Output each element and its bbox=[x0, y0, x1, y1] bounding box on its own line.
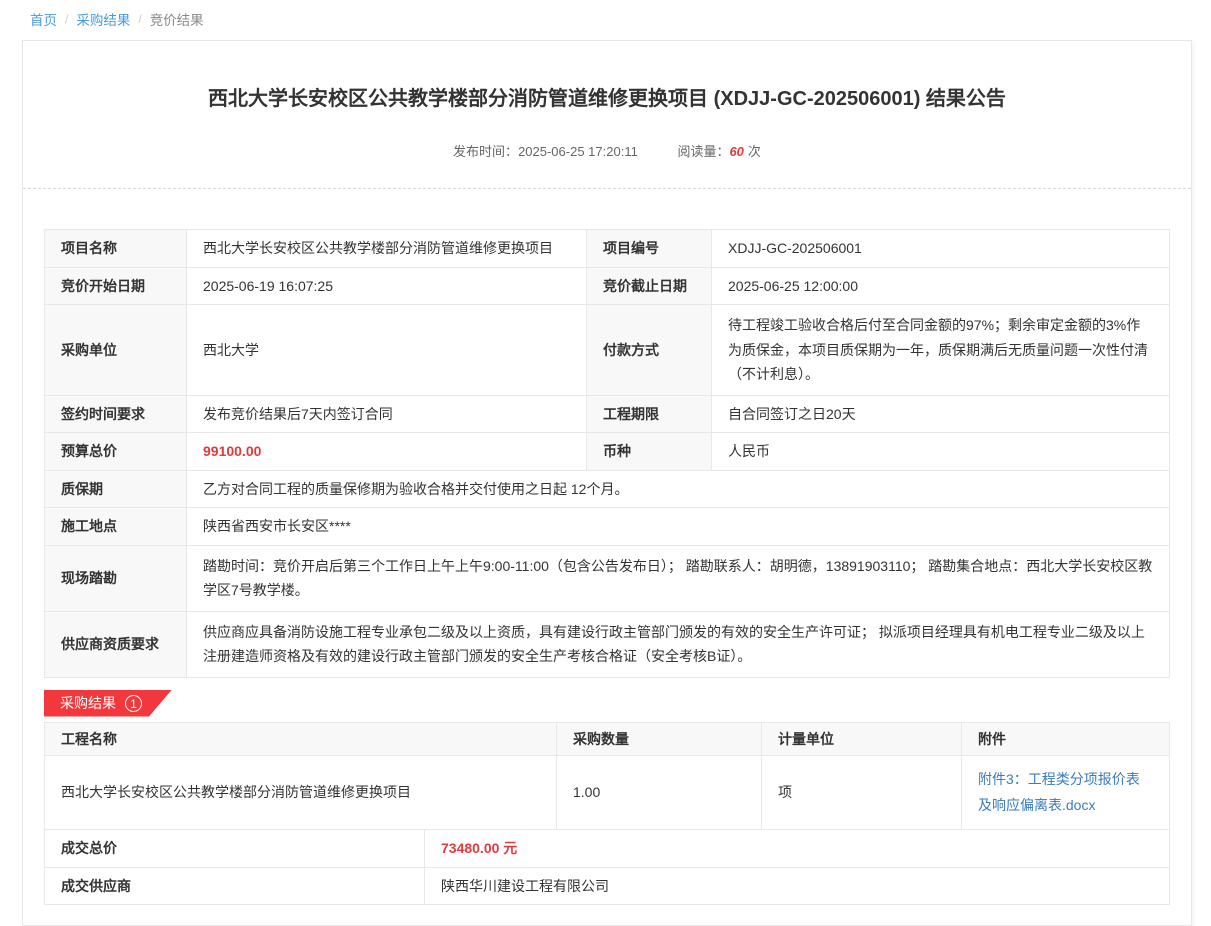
deal-total-label: 成交总价 bbox=[45, 830, 425, 868]
info-value: 自合同签订之日20天 bbox=[712, 395, 1170, 433]
procurement-result-badge: 采购结果 1 bbox=[44, 690, 172, 717]
info-value: 发布竞价结果后7天内签订合同 bbox=[187, 395, 587, 433]
view-count: 阅读量：60次 bbox=[677, 144, 761, 159]
info-label: 签约时间要求 bbox=[45, 395, 187, 433]
info-value: 陕西省西安市长安区**** bbox=[187, 508, 1170, 546]
breadcrumb-current: 竞价结果 bbox=[150, 9, 204, 29]
column-header-unit: 计量单位 bbox=[762, 722, 962, 755]
table-row: 竞价开始日期 2025-06-19 16:07:25 竞价截止日期 2025-0… bbox=[45, 267, 1170, 305]
table-row: 签约时间要求 发布竞价结果后7天内签订合同 工程期限 自合同签订之日20天 bbox=[45, 395, 1170, 433]
procurement-result-count-badge: 1 bbox=[125, 695, 142, 712]
info-label: 竞价截止日期 bbox=[587, 267, 712, 305]
result-unit: 项 bbox=[762, 755, 962, 829]
deal-supplier-value: 陕西华川建设工程有限公司 bbox=[425, 867, 1170, 905]
result-project-name: 西北大学长安校区公共教学楼部分消防管道维修更换项目 bbox=[45, 755, 557, 829]
table-row: 项目名称 西北大学长安校区公共教学楼部分消防管道维修更换项目 项目编号 XDJJ… bbox=[45, 230, 1170, 268]
info-value: 西北大学 bbox=[187, 305, 587, 396]
announcement-header: 西北大学长安校区公共教学楼部分消防管道维修更换项目 (XDJJ-GC-20250… bbox=[23, 41, 1191, 189]
table-row: 供应商资质要求 供应商应具备消防设施工程专业承包二级及以上资质，具有建设行政主管… bbox=[45, 611, 1170, 677]
table-row: 西北大学长安校区公共教学楼部分消防管道维修更换项目 1.00 项 附件3：工程类… bbox=[45, 755, 1170, 829]
breadcrumb-separator: / bbox=[65, 12, 68, 26]
table-row: 成交总价 73480.00 元 bbox=[45, 830, 1170, 868]
info-label: 工程期限 bbox=[587, 395, 712, 433]
table-row: 采购单位 西北大学 付款方式 待工程竣工验收合格后付至合同金额的97%；剩余审定… bbox=[45, 305, 1170, 396]
info-label: 施工地点 bbox=[45, 508, 187, 546]
page-title: 西北大学长安校区公共教学楼部分消防管道维修更换项目 (XDJJ-GC-20250… bbox=[63, 85, 1151, 113]
info-label: 付款方式 bbox=[587, 305, 712, 396]
deal-supplier-label: 成交供应商 bbox=[45, 867, 425, 905]
info-label: 币种 bbox=[587, 433, 712, 471]
info-value: 踏勘时间：竞价开启后第三个工作日上午上午9:00-11:00（包含公告发布日）；… bbox=[187, 545, 1170, 611]
info-value: 供应商应具备消防设施工程专业承包二级及以上资质，具有建设行政主管部门颁发的有效的… bbox=[187, 611, 1170, 677]
info-label: 质保期 bbox=[45, 470, 187, 508]
result-summary-table: 成交总价 73480.00 元 成交供应商 陕西华川建设工程有限公司 bbox=[44, 829, 1170, 905]
info-value: 2025-06-19 16:07:25 bbox=[187, 267, 587, 305]
result-quantity: 1.00 bbox=[557, 755, 762, 829]
info-label: 现场踏勘 bbox=[45, 545, 187, 611]
announcement-body: 项目名称 西北大学长安校区公共教学楼部分消防管道维修更换项目 项目编号 XDJJ… bbox=[23, 189, 1191, 925]
info-label: 供应商资质要求 bbox=[45, 611, 187, 677]
attachment-link[interactable]: 附件3：工程类分项报价表及响应偏离表.docx bbox=[978, 771, 1140, 814]
info-label: 竞价开始日期 bbox=[45, 267, 187, 305]
breadcrumb-separator: / bbox=[138, 12, 141, 26]
breadcrumb-procurement-results-link[interactable]: 采购结果 bbox=[76, 9, 130, 29]
table-header-row: 工程名称 采购数量 计量单位 附件 bbox=[45, 722, 1170, 755]
table-row: 现场踏勘 踏勘时间：竞价开启后第三个工作日上午上午9:00-11:00（包含公告… bbox=[45, 545, 1170, 611]
info-value: 人民币 bbox=[712, 433, 1170, 471]
column-header-attachment: 附件 bbox=[962, 722, 1170, 755]
table-row: 预算总价 99100.00 币种 人民币 bbox=[45, 433, 1170, 471]
publish-time: 发布时间：2025-06-25 17:20:11 bbox=[453, 144, 638, 159]
table-row: 成交供应商 陕西华川建设工程有限公司 bbox=[45, 867, 1170, 905]
publish-meta: 发布时间：2025-06-25 17:20:11 阅读量：60次 bbox=[63, 141, 1151, 188]
info-label: 预算总价 bbox=[45, 433, 187, 471]
deal-total-price: 73480.00 元 bbox=[425, 830, 1170, 868]
column-header-quantity: 采购数量 bbox=[557, 722, 762, 755]
budget-total-price: 99100.00 bbox=[187, 433, 587, 471]
column-header-project-name: 工程名称 bbox=[45, 722, 557, 755]
breadcrumb-home-link[interactable]: 首页 bbox=[30, 9, 57, 29]
result-table: 工程名称 采购数量 计量单位 附件 西北大学长安校区公共教学楼部分消防管道维修更… bbox=[44, 722, 1170, 831]
view-count-number: 60 bbox=[729, 144, 743, 159]
info-value: 乙方对合同工程的质量保修期为验收合格并交付使用之日起 12个月。 bbox=[187, 470, 1170, 508]
info-label: 项目编号 bbox=[587, 230, 712, 268]
announcement-card: 西北大学长安校区公共教学楼部分消防管道维修更换项目 (XDJJ-GC-20250… bbox=[22, 40, 1192, 926]
procurement-result-badge-label: 采购结果 bbox=[60, 693, 116, 713]
info-label: 采购单位 bbox=[45, 305, 187, 396]
info-value: 西北大学长安校区公共教学楼部分消防管道维修更换项目 bbox=[187, 230, 587, 268]
project-info-table: 项目名称 西北大学长安校区公共教学楼部分消防管道维修更换项目 项目编号 XDJJ… bbox=[44, 229, 1170, 678]
breadcrumb: 首页 / 采购结果 / 竞价结果 bbox=[0, 0, 1211, 37]
info-value: 2025-06-25 12:00:00 bbox=[712, 267, 1170, 305]
table-row: 施工地点 陕西省西安市长安区**** bbox=[45, 508, 1170, 546]
table-row: 质保期 乙方对合同工程的质量保修期为验收合格并交付使用之日起 12个月。 bbox=[45, 470, 1170, 508]
info-value: XDJJ-GC-202506001 bbox=[712, 230, 1170, 268]
info-label: 项目名称 bbox=[45, 230, 187, 268]
info-value: 待工程竣工验收合格后付至合同金额的97%；剩余审定金额的3%作为质保金，本项目质… bbox=[712, 305, 1170, 396]
